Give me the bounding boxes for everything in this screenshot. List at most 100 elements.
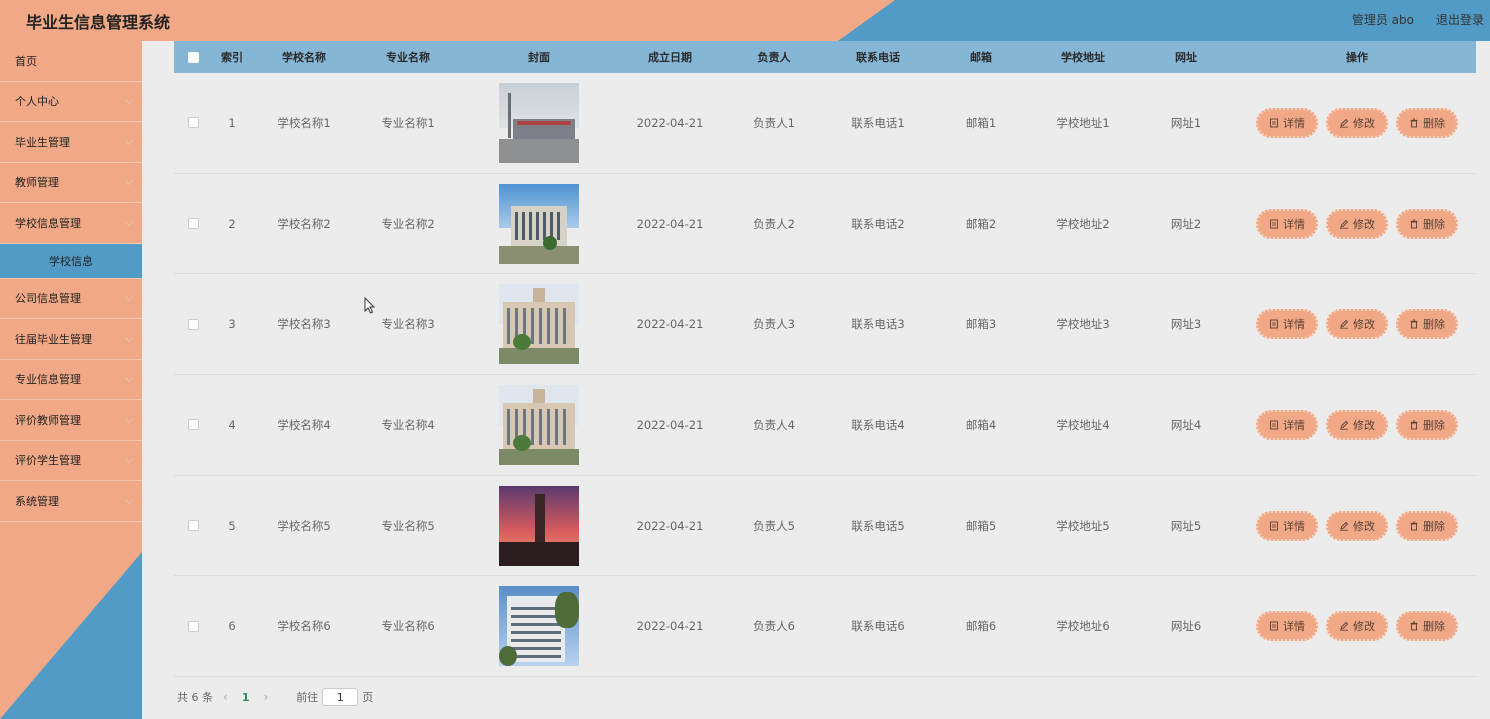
detail-button[interactable]: 详情 (1256, 611, 1318, 642)
sidebar-item-5[interactable]: 公司信息管理 (0, 279, 142, 319)
cell-major-name: 专业名称4 (381, 417, 435, 432)
detail-button-label: 详情 (1283, 217, 1305, 231)
edit-button[interactable]: 修改 (1326, 409, 1388, 440)
cover-image[interactable] (499, 384, 579, 465)
delete-button-label: 删除 (1423, 418, 1445, 432)
cell-phone: 联系电话5 (851, 518, 905, 533)
row-checkbox[interactable] (187, 520, 199, 532)
pagination: 共 6 条 ‹ 1 › 前往 页 (177, 688, 373, 706)
row-checkbox-cell (174, 520, 212, 532)
cell-school-name: 学校名称3 (277, 317, 331, 332)
detail-button[interactable]: 详情 (1256, 409, 1318, 440)
header-owner: 负责人 (757, 51, 791, 64)
cell-actions: 详情 修改 删除 (1238, 208, 1476, 239)
chevron-down-icon (124, 333, 134, 342)
header-url: 网址 (1175, 51, 1197, 64)
header-major: 专业名称 (386, 51, 430, 64)
detail-button[interactable]: 详情 (1256, 309, 1318, 340)
cell-school-name: 学校名称2 (277, 216, 331, 231)
page-unit-label: 页 (362, 691, 374, 704)
sidebar-item-2[interactable]: 毕业生管理 (0, 122, 142, 163)
cell-major-name: 专业名称5 (381, 518, 435, 533)
next-page-icon[interactable]: › (263, 690, 268, 704)
cell-url: 网址1 (1170, 115, 1202, 130)
edit-button-label: 修改 (1353, 620, 1375, 634)
cover-image[interactable] (499, 183, 579, 264)
delete-button-label: 删除 (1423, 519, 1445, 533)
sidebar-item-8[interactable]: 评价教师管理 (0, 400, 142, 441)
sidebar-item-1[interactable]: 个人中心 (0, 82, 142, 122)
select-all-checkbox[interactable] (187, 51, 199, 63)
delete-button[interactable]: 删除 (1396, 208, 1458, 239)
cell-phone: 联系电话4 (851, 417, 905, 432)
sidebar-item-7[interactable]: 专业信息管理 (0, 360, 142, 400)
row-checkbox[interactable] (187, 419, 199, 431)
sidebar-item-3[interactable]: 教师管理 (0, 163, 142, 203)
cell-address: 学校地址2 (1056, 216, 1110, 231)
cell-url: 网址3 (1170, 317, 1202, 332)
sidebar-subitem-school-info[interactable]: 学校信息 (0, 243, 142, 279)
trash-icon (1410, 621, 1418, 631)
detail-button[interactable]: 详情 (1256, 510, 1318, 541)
edit-button[interactable]: 修改 (1326, 309, 1388, 340)
edit-button[interactable]: 修改 (1326, 107, 1388, 138)
detail-button[interactable]: 详情 (1256, 107, 1318, 138)
cell-address: 学校地址5 (1056, 518, 1110, 533)
sidebar-item-0[interactable]: 首页 (0, 41, 142, 82)
cover-image[interactable] (499, 82, 579, 163)
total-count: 共 6 条 (177, 691, 213, 704)
cell-mail: 邮箱3 (965, 317, 997, 332)
cover-image[interactable] (499, 586, 579, 667)
row-checkbox-cell (174, 218, 212, 230)
row-checkbox[interactable] (187, 117, 199, 129)
cell-cover (460, 183, 618, 264)
page-number[interactable]: 1 (242, 691, 250, 704)
cell-cover (460, 586, 618, 667)
edit-button[interactable]: 修改 (1326, 611, 1388, 642)
cell-owner: 负责人1 (753, 115, 795, 130)
cover-image[interactable] (499, 284, 579, 365)
sidebar-item-4[interactable]: 学校信息管理 (0, 203, 142, 244)
detail-button-label: 详情 (1283, 116, 1305, 130)
edit-button-label: 修改 (1353, 116, 1375, 130)
detail-button[interactable]: 详情 (1256, 208, 1318, 239)
sidebar-item-label: 评价教师管理 (15, 413, 81, 427)
sidebar-item-label: 个人中心 (15, 95, 59, 109)
delete-button[interactable]: 删除 (1396, 510, 1458, 541)
edit-button[interactable]: 修改 (1326, 208, 1388, 239)
goto-page-input[interactable] (322, 688, 359, 706)
sidebar-item-label: 教师管理 (15, 176, 59, 190)
cell-school-name: 学校名称5 (277, 518, 331, 533)
cell-url: 网址4 (1170, 417, 1202, 432)
delete-button[interactable]: 删除 (1396, 309, 1458, 340)
trash-icon (1410, 521, 1418, 531)
sidebar-item-10[interactable]: 系统管理 (0, 481, 142, 522)
cell-address: 学校地址4 (1056, 417, 1110, 432)
sidebar-item-6[interactable]: 往届毕业生管理 (0, 319, 142, 360)
pencil-icon (1340, 420, 1349, 430)
delete-button-label: 删除 (1423, 620, 1445, 634)
edit-button-label: 修改 (1353, 418, 1375, 432)
delete-button[interactable]: 删除 (1396, 611, 1458, 642)
row-checkbox[interactable] (187, 620, 199, 632)
row-checkbox[interactable] (187, 218, 199, 230)
delete-button[interactable]: 删除 (1396, 107, 1458, 138)
delete-button[interactable]: 删除 (1396, 409, 1458, 440)
header-index: 索引 (221, 51, 243, 64)
edit-button[interactable]: 修改 (1326, 510, 1388, 541)
cell-index: 1 (228, 115, 236, 130)
cell-cover (460, 82, 618, 163)
row-checkbox[interactable] (187, 318, 199, 330)
detail-button-label: 详情 (1283, 318, 1305, 332)
cover-image[interactable] (499, 485, 579, 566)
cell-school-name: 学校名称4 (277, 417, 331, 432)
cell-major-name: 专业名称6 (381, 619, 435, 634)
sidebar-item-9[interactable]: 评价学生管理 (0, 441, 142, 481)
app-title: 毕业生信息管理系统 (26, 13, 171, 32)
logout-link[interactable]: 退出登录 (1436, 11, 1484, 28)
prev-page-icon[interactable]: ‹ (223, 690, 228, 704)
table-row: 6 学校名称6 专业名称6 2022-04-21 负责人6 联系电话6 邮箱6 学校地址6 网址… (174, 576, 1476, 678)
pencil-icon (1340, 219, 1349, 229)
cell-owner: 负责人6 (753, 619, 795, 634)
table-row: 4 学校名称4 专业名称4 2022-04-21 负责人4 联系电话4 邮箱4 学校地址4 网址… (174, 375, 1476, 476)
